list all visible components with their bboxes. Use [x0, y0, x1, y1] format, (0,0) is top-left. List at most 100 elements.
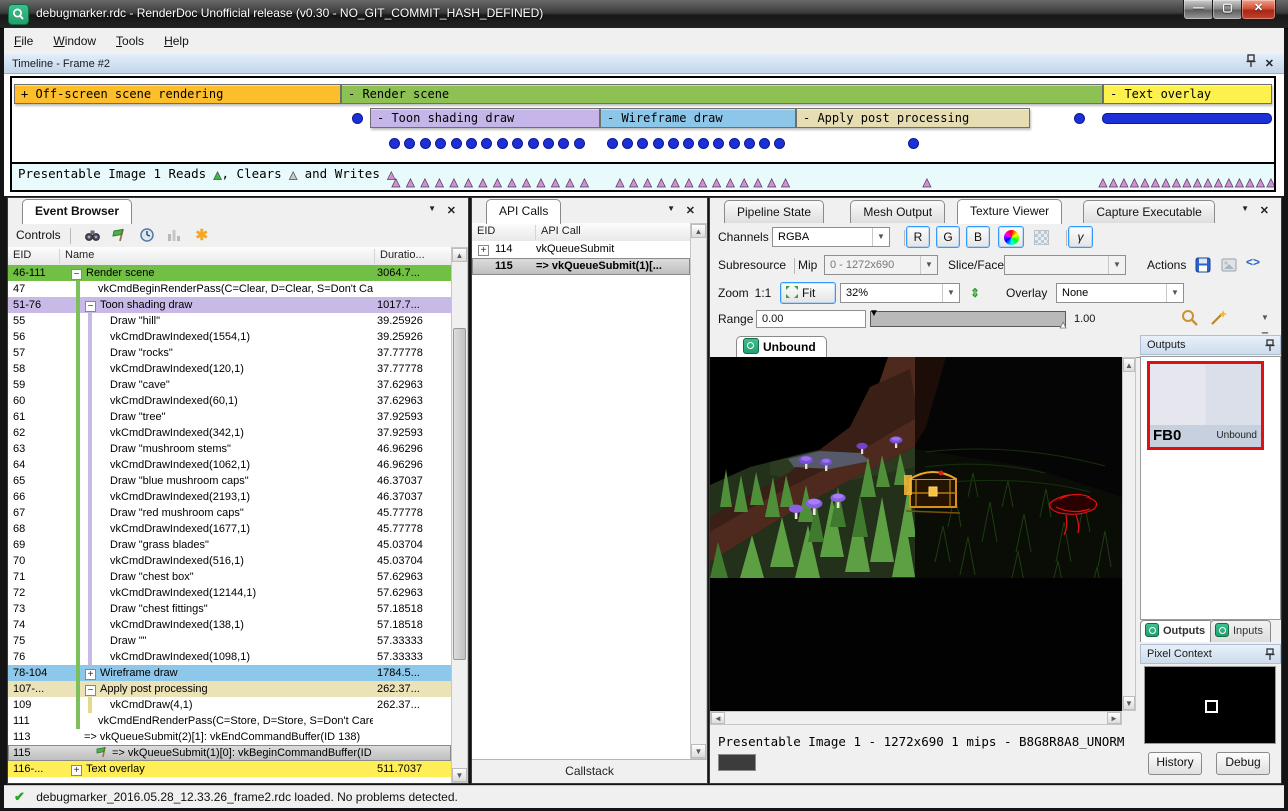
scroll-up-icon[interactable]: ▲ [1123, 358, 1135, 372]
history-button[interactable]: History [1148, 752, 1202, 775]
timeline-frame[interactable]: + Off-screen scene rendering- Render sce… [10, 76, 1276, 164]
event-row[interactable]: 62vkCmdDrawIndexed(342,1)37.92593 [8, 425, 451, 441]
event-row[interactable]: 67Draw "red mushroom caps"45.77778 [8, 505, 451, 521]
menu-help[interactable]: Help [154, 28, 199, 48]
event-row[interactable]: 59Draw "cave"37.62963 [8, 377, 451, 393]
autofit-wand-icon[interactable] [1208, 308, 1228, 331]
chevron-down-icon[interactable]: ▼ [428, 204, 436, 213]
api-calls-vscrollbar[interactable]: ▲ ▼ [690, 223, 707, 759]
scroll-up-icon[interactable]: ▲ [691, 224, 706, 238]
overlay-select[interactable]: None▼ [1056, 283, 1184, 303]
colorwheel-toggle[interactable] [998, 226, 1024, 248]
event-row[interactable]: 51-76−Toon shading draw1017.7... [8, 297, 451, 313]
timeline-marker-bar[interactable]: - Render scene [341, 84, 1103, 104]
code-icon[interactable]: <> [1246, 255, 1260, 269]
scroll-up-icon[interactable]: ▲ [452, 248, 467, 262]
scroll-down-icon[interactable]: ▼ [1123, 696, 1135, 710]
zoom-range-icon[interactable] [1180, 308, 1200, 331]
pixel-context-view[interactable] [1144, 666, 1276, 744]
debug-button[interactable]: Debug [1216, 752, 1270, 775]
event-row[interactable]: 115=> vkQueueSubmit(1)[0]: vkBeginComman… [8, 745, 451, 761]
checkerboard-toggle[interactable] [1028, 226, 1054, 248]
timeline-marker-bar[interactable]: - Text overlay [1103, 84, 1272, 104]
expand-icon[interactable]: + [478, 245, 489, 256]
tab-capture-executable[interactable]: Capture Executable [1083, 200, 1214, 223]
range-slider[interactable]: ▼ ▲ [870, 311, 1066, 327]
gamma-toggle[interactable]: γ [1068, 226, 1093, 248]
find-icon[interactable] [83, 227, 101, 245]
close-button[interactable]: ✕ [1241, 0, 1276, 20]
timeline-resource-usage-strip[interactable]: Presentable Image 1 Reads ▲, Clears ▲ an… [10, 162, 1276, 192]
timeline-marker-bar[interactable]: - Wireframe draw [600, 108, 796, 128]
scroll-down-icon[interactable]: ▼ [452, 768, 467, 782]
close-icon[interactable]: ✕ [447, 204, 456, 217]
range-min-input[interactable]: 0.00 [756, 310, 866, 328]
event-row[interactable]: 66vkCmdDrawIndexed(2193,1)46.37037 [8, 489, 451, 505]
zoom-1-1-button[interactable]: 1:1 [750, 282, 776, 304]
close-icon[interactable]: ✕ [686, 204, 695, 217]
event-row[interactable]: 70vkCmdDrawIndexed(516,1)45.03704 [8, 553, 451, 569]
event-row[interactable]: 46-111−Render scene3064.7... [8, 265, 451, 281]
filter-star-icon[interactable]: ✱ [193, 227, 211, 245]
event-row[interactable]: 111vkCmdEndRenderPass(C=Store, D=Store, … [8, 713, 451, 729]
toolbar-overflow-button[interactable]: ▼▔ [1256, 307, 1274, 329]
collapse-icon[interactable]: − [85, 685, 96, 696]
event-row[interactable]: 69Draw "grass blades"45.03704 [8, 537, 451, 553]
event-row[interactable]: 60vkCmdDrawIndexed(60,1)37.62963 [8, 393, 451, 409]
stats-icon[interactable] [165, 227, 183, 245]
event-row[interactable]: 113=> vkQueueSubmit(2)[1]: vkEndCommandB… [8, 729, 451, 745]
api-calls-column-header[interactable]: EID API Call [472, 223, 690, 242]
channel-r-toggle[interactable]: R [906, 226, 930, 248]
event-row[interactable]: 107-...−Apply post processing262.37... [8, 681, 451, 697]
event-row[interactable]: 73Draw "chest fittings"57.18518 [8, 601, 451, 617]
time-draws-icon[interactable] [138, 227, 156, 245]
viewport-hscrollbar[interactable]: ◄ ► [710, 711, 1122, 725]
range-black-handle[interactable]: ▼ [869, 308, 879, 319]
scrollbar-thumb[interactable] [453, 328, 466, 660]
api-call-row[interactable]: +114vkQueueSubmit [472, 241, 690, 258]
event-browser-vscrollbar[interactable]: ▲ ▼ [451, 247, 468, 783]
event-row[interactable]: 64vkCmdDrawIndexed(1062,1)46.96296 [8, 457, 451, 473]
column-eid[interactable]: EID [472, 225, 536, 240]
event-browser-column-header[interactable]: EID Name Duratio... [8, 247, 451, 266]
channel-b-toggle[interactable]: B [966, 226, 990, 248]
api-call-row[interactable]: 115=> vkQueueSubmit(1)[... [472, 258, 690, 275]
scroll-right-icon[interactable]: ► [1107, 712, 1121, 724]
event-row[interactable]: 57Draw "rocks"37.77778 [8, 345, 451, 361]
outputs-header[interactable]: Outputs [1140, 335, 1281, 355]
event-row[interactable]: 58vkCmdDrawIndexed(120,1)37.77778 [8, 361, 451, 377]
event-row[interactable]: 65Draw "blue mushroom caps"46.37037 [8, 473, 451, 489]
callstack-section[interactable]: Callstack [472, 759, 707, 783]
tab-api-calls[interactable]: API Calls [486, 199, 561, 224]
event-row[interactable]: 55Draw "hill"39.25926 [8, 313, 451, 329]
column-eid[interactable]: EID [8, 249, 60, 264]
event-row[interactable]: 78-104+Wireframe draw1784.5... [8, 665, 451, 681]
event-row[interactable]: 47vkCmdBeginRenderPass(C=Clear, D=Clear,… [8, 281, 451, 297]
minimize-button[interactable]: — [1183, 0, 1214, 20]
slice-face-select[interactable]: ▼ [1004, 255, 1126, 275]
save-icon[interactable] [1194, 256, 1212, 277]
range-white-handle[interactable]: ▲ [1058, 320, 1068, 331]
event-row[interactable]: 116-...+Text overlay511.7037 [8, 761, 451, 777]
menu-tools[interactable]: Tools [106, 28, 154, 48]
event-row[interactable]: 109vkCmdDraw(4,1)262.37... [8, 697, 451, 713]
bookmark-flag-icon[interactable] [111, 227, 129, 245]
chevron-down-icon[interactable]: ▼ [1241, 204, 1249, 213]
range-max-value[interactable]: 1.00 [1068, 310, 1146, 328]
pin-icon[interactable] [1265, 648, 1275, 660]
collapse-icon[interactable]: − [71, 269, 82, 280]
tab-event-browser[interactable]: Event Browser [22, 199, 132, 224]
tab-texture-viewer[interactable]: Texture Viewer [957, 199, 1062, 224]
close-icon[interactable]: ✕ [1260, 204, 1269, 217]
timeline-panel-header[interactable]: Timeline - Frame #2 ✕ [4, 54, 1284, 74]
tab-mesh-output[interactable]: Mesh Output [850, 200, 945, 223]
fb0-thumbnail[interactable]: FB0 Unbound [1147, 361, 1264, 450]
zoom-select[interactable]: 32%▼ [840, 283, 960, 303]
pixel-context-header[interactable]: Pixel Context [1140, 644, 1281, 664]
mip-select[interactable]: 0 - 1272x690▼ [824, 255, 938, 275]
event-row[interactable]: 72vkCmdDrawIndexed(12144,1)57.62963 [8, 585, 451, 601]
event-row[interactable]: 56vkCmdDrawIndexed(1554,1)39.25926 [8, 329, 451, 345]
pin-icon[interactable] [1246, 54, 1256, 75]
event-row[interactable]: 71Draw "chest box"57.62963 [8, 569, 451, 585]
expand-icon[interactable]: + [71, 765, 82, 776]
